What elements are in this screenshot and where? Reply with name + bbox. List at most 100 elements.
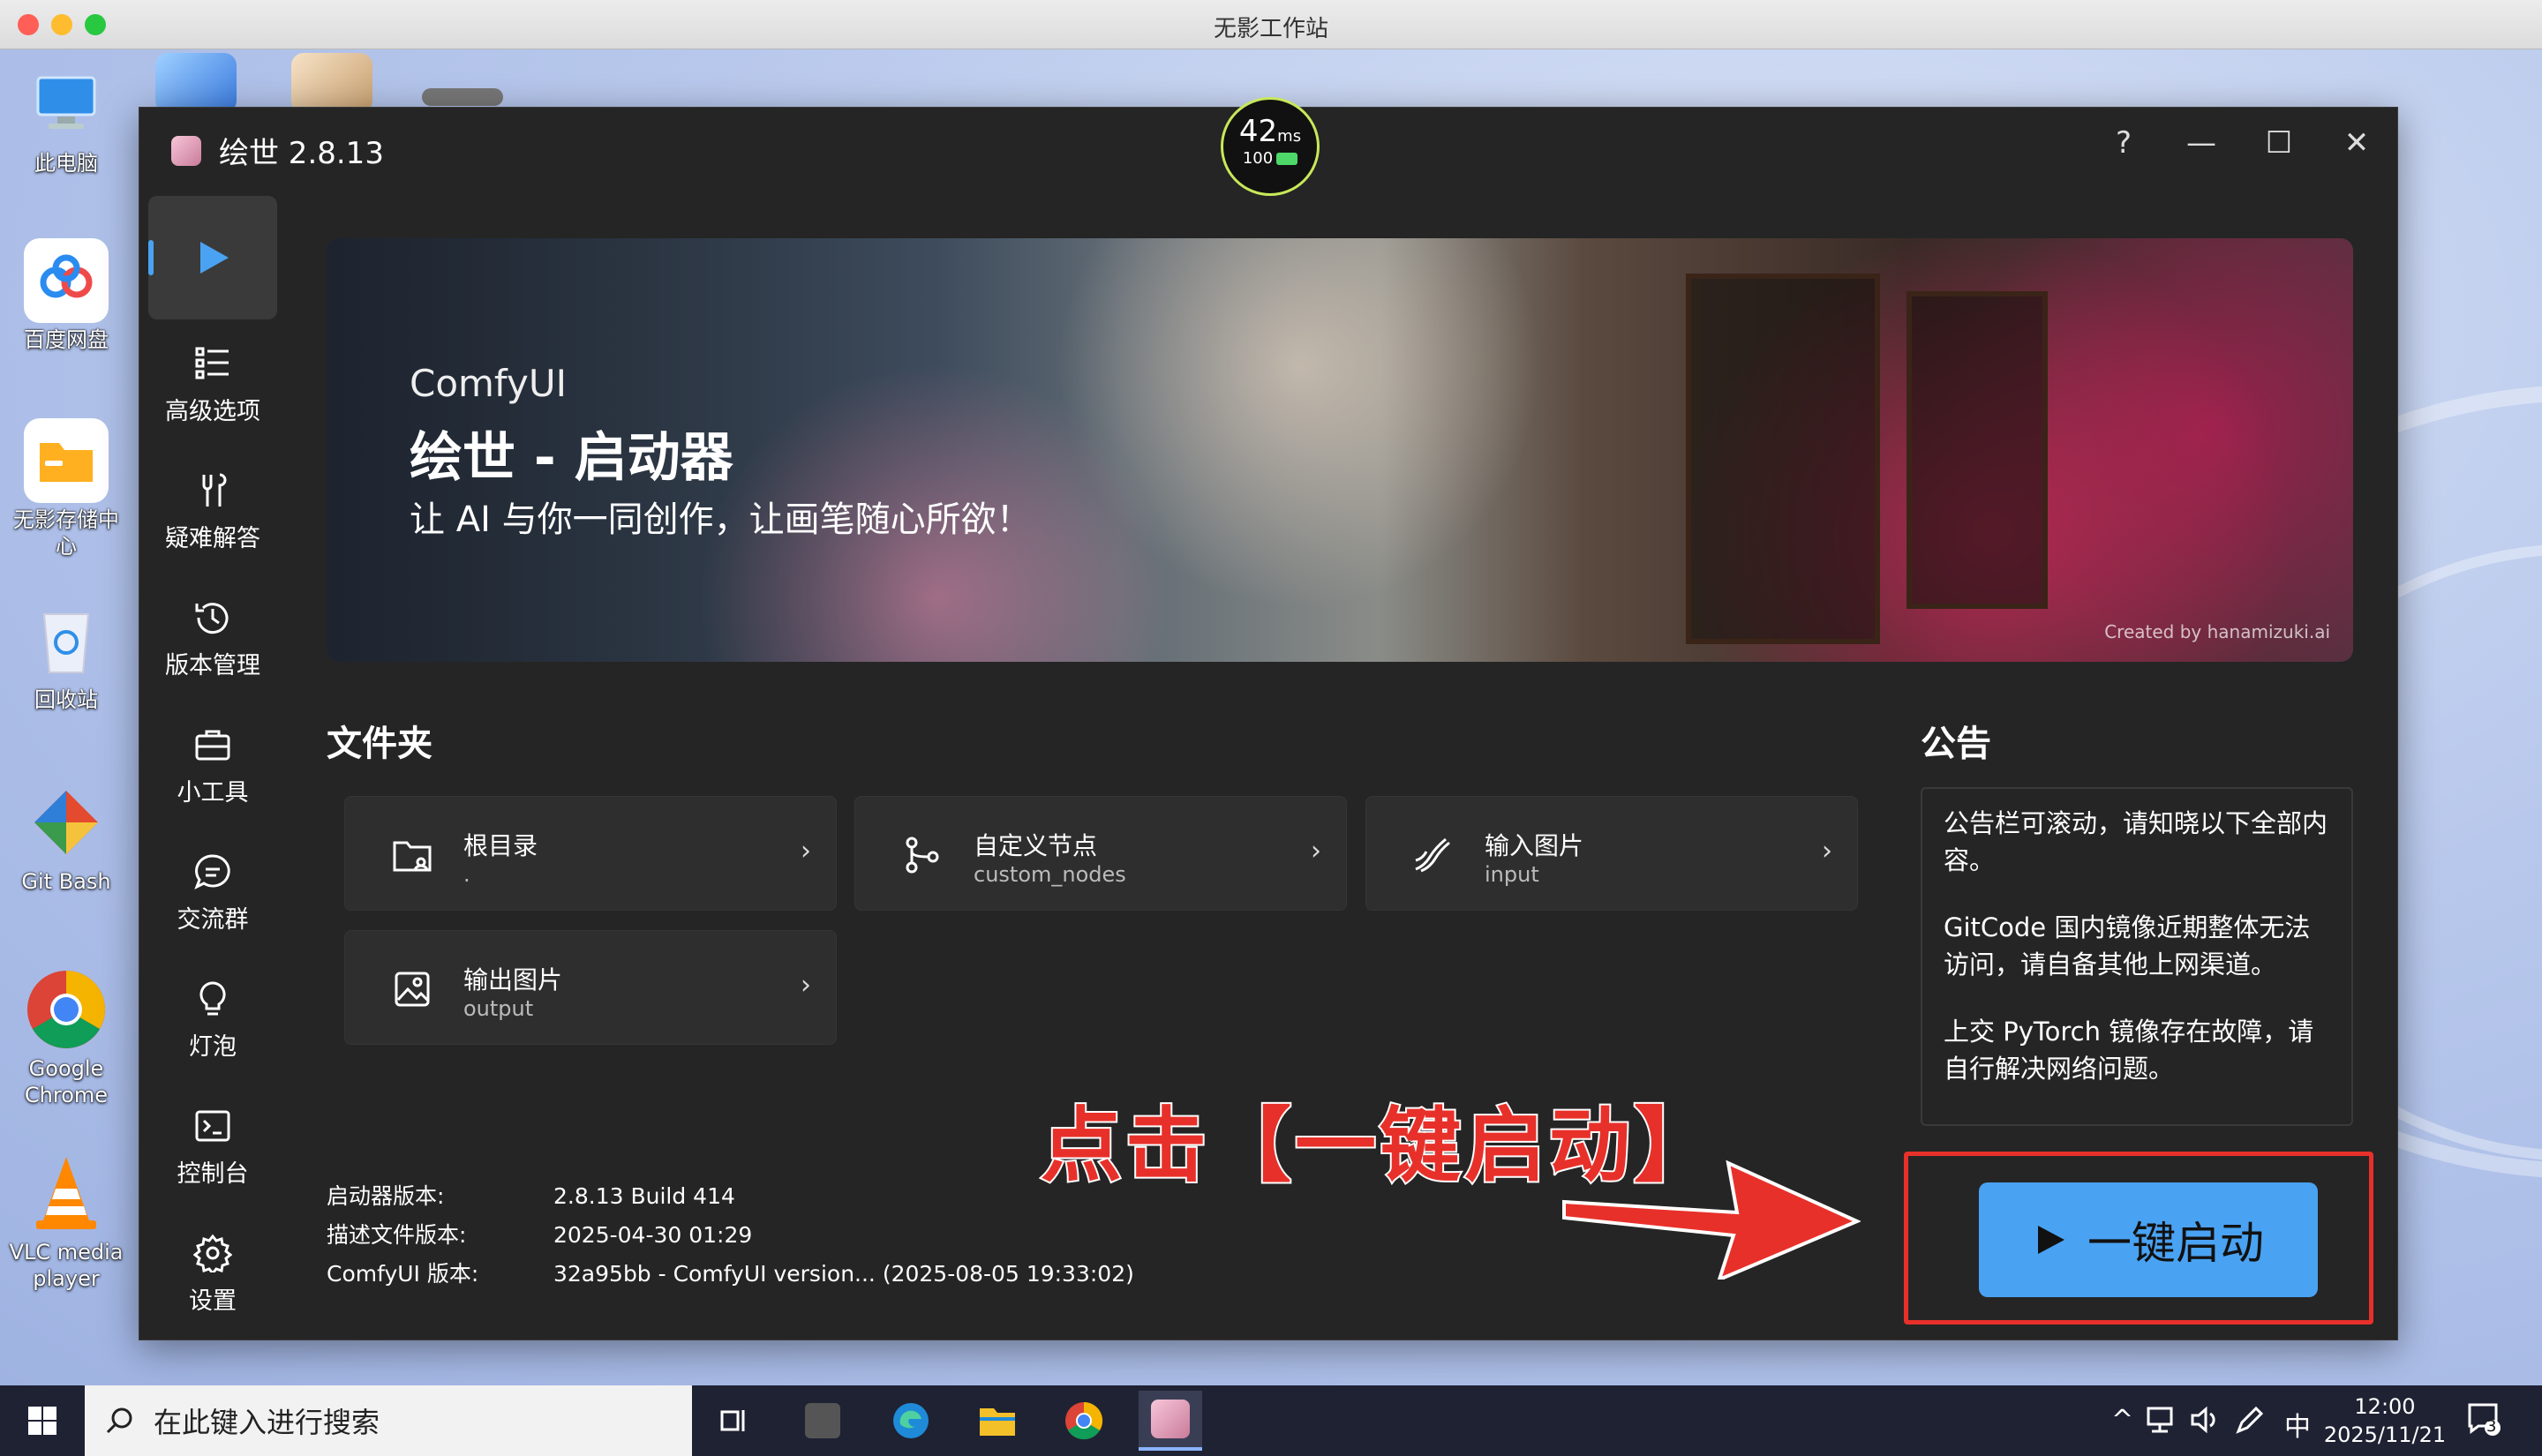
app-title: 绘世 2.8.13 bbox=[219, 136, 384, 171]
battery-value: 100 bbox=[1242, 149, 1274, 168]
play-icon bbox=[200, 242, 229, 274]
notification-center-button[interactable]: 3 bbox=[2466, 1401, 2501, 1444]
minimize-button[interactable]: — bbox=[2166, 116, 2237, 169]
sidebar-item-advanced[interactable]: 高级选项 bbox=[148, 323, 277, 447]
taskbar-clock[interactable]: 12:00 2025/11/21 bbox=[2323, 1392, 2447, 1449]
desktop-icon-label: Google Chrome bbox=[24, 1056, 109, 1107]
task-view-icon bbox=[720, 1410, 745, 1431]
launch-button-label: 一键启动 bbox=[2087, 1219, 2264, 1268]
desktop-icon-label: Git Bash bbox=[21, 869, 111, 894]
notice-panel[interactable]: 公告栏可滚动，请知晓以下全部内容。 GitCode 国内镜像近期整体无法访问，请… bbox=[1921, 787, 2353, 1126]
sidebar-item-console[interactable]: 控制台 bbox=[148, 1085, 277, 1209]
sidebar-item-label: 灯泡 bbox=[189, 1033, 237, 1061]
sidebar-item-tools[interactable]: 小工具 bbox=[148, 704, 277, 828]
lightbulb-icon bbox=[199, 981, 226, 1016]
hero-banner: ComfyUI 绘世 - 启动器 让 AI 与你一同创作，让画笔随心所欲！ Cr… bbox=[327, 238, 2353, 662]
clock-time: 12:00 bbox=[2354, 1394, 2416, 1419]
clock-date: 2025/11/21 bbox=[2323, 1422, 2447, 1447]
folder-input[interactable]: 输入图片 input › bbox=[1365, 796, 1858, 911]
sidebar-item-lightbulb[interactable]: 灯泡 bbox=[148, 958, 277, 1082]
maximize-button[interactable]: ☐ bbox=[2244, 116, 2314, 169]
folder-path: . bbox=[463, 862, 470, 887]
desktop-icon-this-pc[interactable]: 此电脑 bbox=[9, 62, 124, 176]
start-button[interactable] bbox=[0, 1385, 85, 1456]
monitor-icon bbox=[24, 62, 109, 146]
folder-custom-nodes[interactable]: 自定义节点 custom_nodes › bbox=[854, 796, 1347, 911]
sidebar-item-label: 交流群 bbox=[177, 906, 249, 934]
app-logo-icon bbox=[1151, 1400, 1190, 1438]
pen-icon[interactable] bbox=[2233, 1405, 2265, 1435]
cloud-icon bbox=[24, 238, 109, 323]
tray-chevron-up-icon[interactable]: ^ bbox=[2111, 1405, 2133, 1436]
folder-name: 输入图片 bbox=[1485, 831, 1584, 860]
battery-icon bbox=[1276, 152, 1298, 165]
sidebar-item-label: 小工具 bbox=[177, 779, 249, 807]
sidebar-item-label: 控制台 bbox=[177, 1160, 249, 1188]
desktop-icon-label: 回收站 bbox=[34, 687, 98, 712]
folders-heading: 文件夹 bbox=[327, 724, 432, 764]
notice-heading: 公告 bbox=[1921, 724, 1991, 764]
file-explorer-icon bbox=[980, 1408, 1015, 1436]
banner-window-frame bbox=[1906, 291, 2048, 609]
close-button[interactable]: ✕ bbox=[2321, 116, 2392, 169]
volume-icon[interactable] bbox=[2189, 1405, 2221, 1435]
taskbar-app-huishi[interactable] bbox=[1139, 1391, 1202, 1451]
notification-count: 3 bbox=[2486, 1417, 2497, 1436]
history-icon bbox=[195, 603, 229, 634]
desktop-icon-label: 无影存储中心 bbox=[13, 507, 119, 559]
chrome-icon bbox=[1065, 1401, 1103, 1440]
list-icon bbox=[195, 347, 229, 379]
annotation-arrow-icon bbox=[1562, 1160, 1861, 1280]
windows-logo-icon bbox=[28, 1407, 56, 1435]
search-placeholder: 在此键入进行搜索 bbox=[154, 1406, 380, 1439]
taskbar-search-box[interactable]: 在此键入进行搜索 bbox=[85, 1385, 692, 1456]
desktop-icon-vlc[interactable]: VLC media player bbox=[9, 1151, 124, 1292]
taskbar-app-edge[interactable] bbox=[879, 1391, 943, 1451]
taskbar-app-explorer[interactable] bbox=[966, 1391, 1029, 1451]
chevron-right-icon: › bbox=[801, 970, 811, 1001]
folder-path: custom_nodes bbox=[974, 862, 1126, 887]
chevron-right-icon: › bbox=[801, 836, 811, 867]
ping-unit: ms bbox=[1277, 127, 1302, 146]
desktop-icon-label: VLC media player bbox=[9, 1240, 124, 1291]
network-icon[interactable] bbox=[2145, 1405, 2177, 1435]
desktop-icon-recycle-bin[interactable]: 回收站 bbox=[9, 598, 124, 713]
sidebar-item-label: 高级选项 bbox=[165, 398, 260, 425]
task-view-button[interactable] bbox=[703, 1391, 766, 1451]
desktop-icon-peek[interactable] bbox=[422, 88, 503, 106]
toolbox-icon bbox=[195, 730, 230, 761]
chat-icon bbox=[194, 854, 230, 890]
desktop-icon-peek[interactable] bbox=[155, 53, 237, 113]
desktop-icon-peek[interactable] bbox=[291, 53, 372, 113]
sidebar-item-settings[interactable]: 设置 bbox=[148, 1212, 277, 1336]
desktop-icon-storage-center[interactable]: 无影存储中心 bbox=[9, 418, 124, 559]
host-title-bar: 无影工作站 bbox=[0, 0, 2542, 49]
sidebar-item-label: 疑难解答 bbox=[165, 525, 260, 552]
app-tile-icon bbox=[805, 1403, 840, 1438]
folder-root[interactable]: 根目录 . › bbox=[344, 796, 837, 911]
folder-path: output bbox=[463, 996, 534, 1021]
banner-credit: Created by hanamizuki.ai bbox=[2104, 621, 2330, 642]
app-logo-icon bbox=[171, 135, 201, 166]
one-click-launch-button[interactable]: 一键启动 bbox=[1979, 1182, 2318, 1297]
host-title: 无影工作站 bbox=[1213, 16, 1328, 42]
sidebar-item-troubleshoot[interactable]: 疑难解答 bbox=[148, 450, 277, 574]
ime-indicator[interactable]: 中 bbox=[2284, 1405, 2311, 1444]
folder-name: 根目录 bbox=[463, 831, 538, 860]
banner-slogan: 让 AI 与你一同创作，让画笔随心所欲！ bbox=[410, 499, 1032, 540]
sidebar-item-versions[interactable]: 版本管理 bbox=[148, 577, 277, 701]
ping-indicator: 42ms 100 bbox=[1221, 97, 1320, 196]
notice-paragraph: 公告栏可滚动，请知晓以下全部内容。 bbox=[1944, 808, 2328, 875]
folder-output[interactable]: 输出图片 output › bbox=[344, 930, 837, 1045]
sidebar-item-community[interactable]: 交流群 bbox=[148, 831, 277, 955]
desktop-icon-google-chrome[interactable]: Google Chrome bbox=[9, 967, 124, 1108]
search-icon bbox=[106, 1407, 132, 1434]
sidebar-item-launch[interactable] bbox=[148, 196, 277, 319]
taskbar-app-1[interactable] bbox=[791, 1391, 854, 1451]
desktop-icon-baidu-netdisk[interactable]: 百度网盘 bbox=[9, 238, 124, 353]
desktop-icon-git-bash[interactable]: Git Bash bbox=[9, 780, 124, 895]
desktop-icon-label: 此电脑 bbox=[34, 151, 98, 176]
help-button[interactable]: ? bbox=[2088, 116, 2159, 169]
taskbar-app-chrome[interactable] bbox=[1052, 1391, 1116, 1451]
version-label: 启动器版本: bbox=[327, 1183, 445, 1209]
